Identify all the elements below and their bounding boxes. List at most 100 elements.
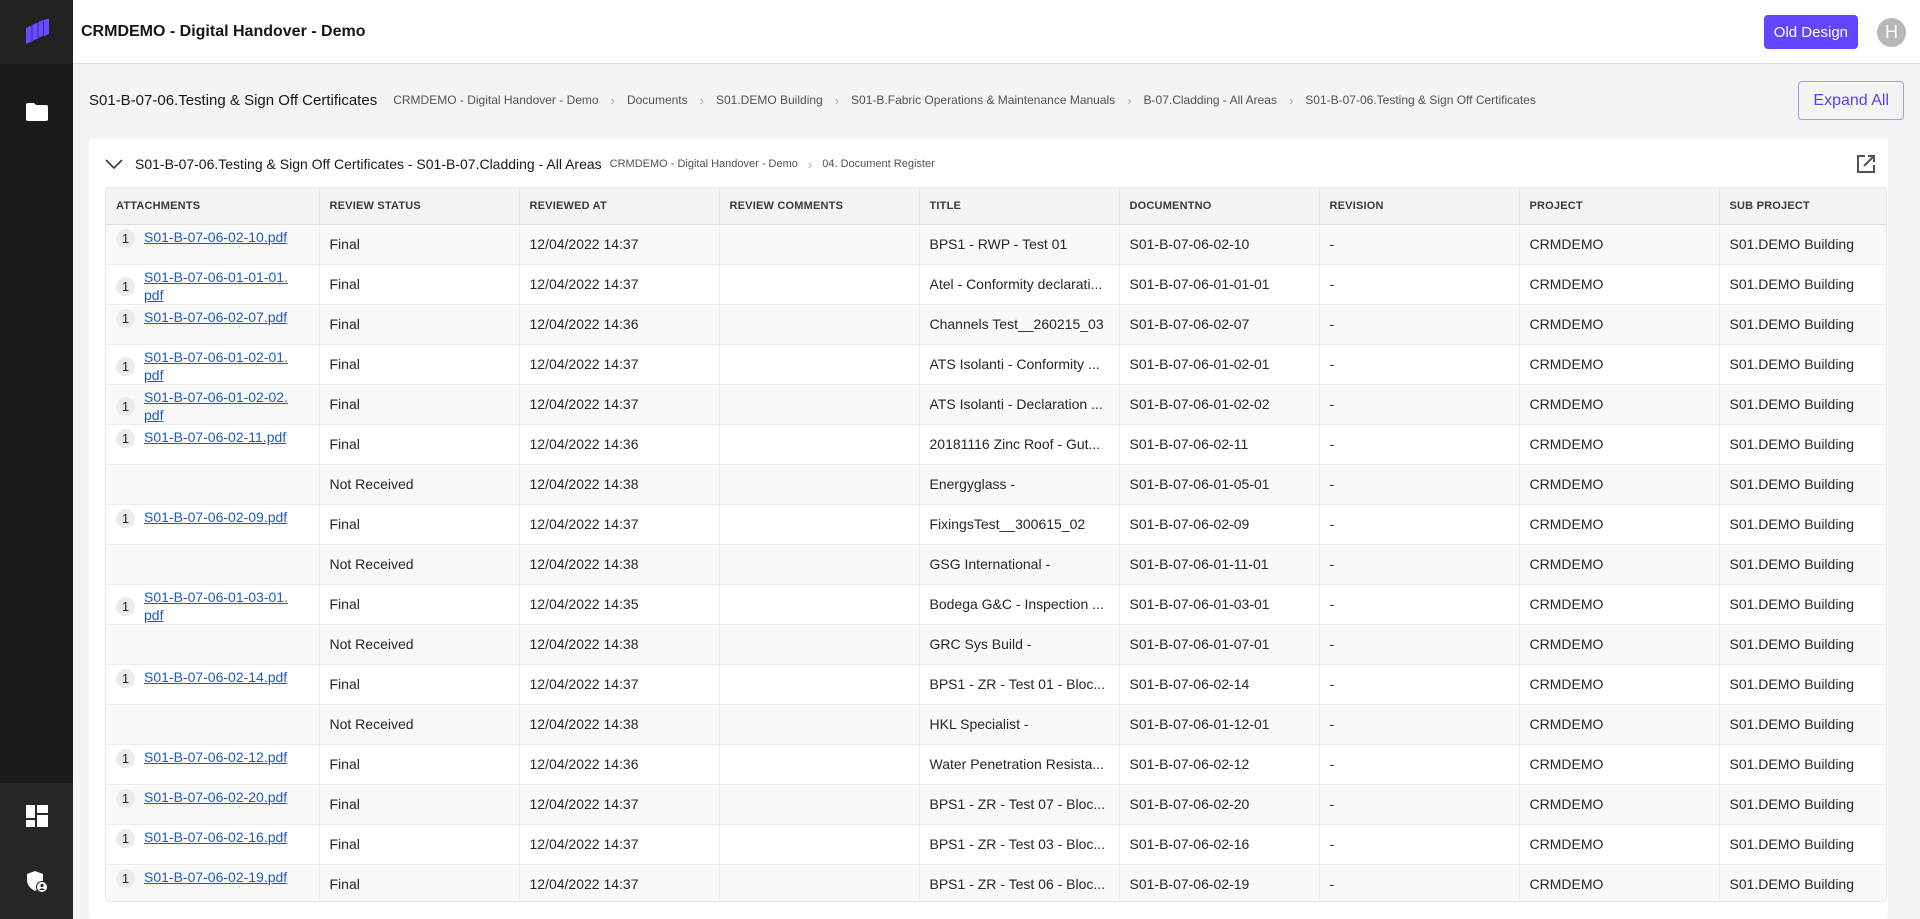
open-external-icon[interactable] <box>1856 154 1876 174</box>
table-row[interactable]: 1 S01-B-07-06-02-11.pdf Final 12/04/2022 14… <box>106 424 1886 465</box>
sub-project-cell: S01.DEMO Building <box>1719 544 1886 585</box>
table-row[interactable]: 1 S01-B-07-06-02-09.pdf Final 12/04/2022 14… <box>106 504 1886 545</box>
review-status-cell: Final <box>319 824 520 865</box>
attachment-link[interactable]: S01-B-07-06-01-02-01.pdf <box>144 348 294 384</box>
attachments-cell: 1 S01-B-07-06-02-12.pdf <box>106 744 320 785</box>
revision-cell: - <box>1319 544 1520 585</box>
column-header-review-status[interactable]: REVIEW STATUS <box>319 188 520 225</box>
revision-cell: - <box>1319 624 1520 665</box>
sub-project-cell: S01.DEMO Building <box>1719 344 1886 385</box>
table-row[interactable]: 1 S01-B-07-06-02-14.pdf Final 12/04/2022 14… <box>106 664 1886 705</box>
title-cell: BPS1 - ZR - Test 07 - Bloc... <box>919 784 1120 825</box>
chevron-right-icon: › <box>1127 92 1132 108</box>
table-row[interactable]: 1 S01-B-07-06-01-02-01.pdf Final 12/04/2022… <box>106 344 1886 385</box>
old-design-button[interactable]: Old Design <box>1763 15 1858 49</box>
breadcrumb-item[interactable]: S01.DEMO Building <box>716 93 823 107</box>
table-row[interactable]: Not Received 12/04/2022 14:38 GSG Internat… <box>106 544 1886 585</box>
table-row[interactable]: 1 S01-B-07-06-02-07.pdf Final 12/04/2022 14… <box>106 304 1886 345</box>
table-row[interactable]: 1 S01-B-07-06-02-16.pdf Final 12/04/2022 14… <box>106 824 1886 865</box>
attachment-count-badge: 1 <box>116 868 135 888</box>
attachment-link[interactable]: S01-B-07-06-02-07.pdf <box>144 308 294 326</box>
breadcrumb-item[interactable]: S01-B-07-06.Testing & Sign Off Certifica… <box>1305 93 1536 107</box>
reviewed-at-cell: 12/04/2022 14:37 <box>519 824 720 865</box>
attachment-link[interactable]: S01-B-07-06-02-12.pdf <box>144 748 294 766</box>
chevron-down-icon[interactable] <box>105 155 123 173</box>
document-table-container: ATTACHMENTS REVIEW STATUS REVIEWED AT RE… <box>105 187 1887 902</box>
column-header-revision[interactable]: REVISION <box>1319 188 1520 225</box>
documentno-cell: S01-B-07-06-01-03-01 <box>1119 584 1320 625</box>
review-comments-cell <box>719 344 920 385</box>
expand-all-button[interactable]: Expand All <box>1798 81 1904 120</box>
breadcrumb-item[interactable]: CRMDEMO - Digital Handover - Demo <box>610 158 798 170</box>
table-row[interactable]: 1 S01-B-07-06-02-20.pdf Final 12/04/2022 14… <box>106 784 1886 825</box>
breadcrumb-item[interactable]: B-07.Cladding - All Areas <box>1144 93 1277 107</box>
attachment-count-badge: 1 <box>116 508 135 528</box>
document-table: ATTACHMENTS REVIEW STATUS REVIEWED AT RE… <box>106 188 1886 901</box>
title-cell: ATS Isolanti - Conformity ... <box>919 344 1120 385</box>
sub-project-cell: S01.DEMO Building <box>1719 664 1886 705</box>
attachments-cell: 1 S01-B-07-06-01-01-01.pdf <box>106 264 320 305</box>
attachment-link[interactable]: S01-B-07-06-01-02-02.pdf <box>144 388 294 424</box>
column-header-project[interactable]: PROJECT <box>1519 188 1720 225</box>
breadcrumb-item[interactable]: Documents <box>627 93 688 107</box>
reviewed-at-cell: 12/04/2022 14:38 <box>519 464 720 505</box>
documentno-cell: S01-B-07-06-01-07-01 <box>1119 624 1320 665</box>
attachment-link[interactable]: S01-B-07-06-01-01-01.pdf <box>144 268 294 304</box>
avatar[interactable]: H <box>1877 18 1906 47</box>
card-breadcrumb: CRMDEMO - Digital Handover - Demo › 04. … <box>610 157 935 172</box>
attachment-count-badge: 1 <box>116 596 135 616</box>
project-cell: CRMDEMO <box>1519 224 1720 265</box>
title-cell: GSG International - <box>919 544 1120 585</box>
sidebar-item-dashboard[interactable] <box>0 783 73 849</box>
revision-cell: - <box>1319 224 1520 265</box>
sidebar-item-documents[interactable] <box>0 80 73 144</box>
column-header-sub-project[interactable]: SUB PROJECT <box>1719 188 1886 225</box>
logo[interactable] <box>0 0 73 64</box>
table-row[interactable]: 1 S01-B-07-06-01-03-01.pdf Final 12/04/2022… <box>106 584 1886 625</box>
sub-project-cell: S01.DEMO Building <box>1719 504 1886 545</box>
review-status-cell: Final <box>319 664 520 705</box>
breadcrumb: CRMDEMO - Digital Handover - Demo › Docu… <box>393 93 1536 108</box>
table-row[interactable]: 1 S01-B-07-06-02-12.pdf Final 12/04/2022 14… <box>106 744 1886 785</box>
attachment-count-badge: 1 <box>116 748 135 768</box>
column-header-attachments[interactable]: ATTACHMENTS <box>106 188 320 225</box>
breadcrumb-item[interactable]: CRMDEMO - Digital Handover - Demo <box>393 93 598 107</box>
table-row[interactable]: 1 S01-B-07-06-01-01-01.pdf Final 12/04/2022… <box>106 264 1886 305</box>
sub-project-cell: S01.DEMO Building <box>1719 264 1886 305</box>
column-header-title[interactable]: TITLE <box>919 188 1120 225</box>
column-header-documentno[interactable]: DOCUMENTNO <box>1119 188 1320 225</box>
table-row[interactable]: Not Received 12/04/2022 14:38 GRC Sys Buil… <box>106 624 1886 665</box>
attachment-count-badge: 1 <box>116 788 135 808</box>
chevron-right-icon: › <box>834 92 840 108</box>
table-row[interactable]: 1 S01-B-07-06-02-19.pdf Final 12/04/2022 14… <box>106 864 1886 901</box>
sidebar-item-security[interactable] <box>0 849 73 915</box>
table-row[interactable]: 1 S01-B-07-06-02-10.pdf Final 12/04/2022 14… <box>106 224 1886 265</box>
attachment-link[interactable]: S01-B-07-06-02-09.pdf <box>144 508 294 526</box>
breadcrumb-item[interactable]: S01-B.Fabric Operations & Maintenance Ma… <box>851 93 1115 107</box>
sidebar-bottom <box>0 783 73 919</box>
table-row[interactable]: Not Received 12/04/2022 14:38 Energyglass … <box>106 464 1886 505</box>
attachment-link[interactable]: S01-B-07-06-02-14.pdf <box>144 668 294 686</box>
attachments-cell: 1 S01-B-07-06-02-07.pdf <box>106 304 320 345</box>
title-cell: GRC Sys Build - <box>919 624 1120 665</box>
attachment-link[interactable]: S01-B-07-06-02-11.pdf <box>144 428 294 446</box>
project-cell: CRMDEMO <box>1519 624 1720 665</box>
attachment-link[interactable]: S01-B-07-06-01-03-01.pdf <box>144 588 294 624</box>
attachment-link[interactable]: S01-B-07-06-02-16.pdf <box>144 828 294 846</box>
review-comments-cell <box>719 864 920 901</box>
documentno-cell: S01-B-07-06-02-11 <box>1119 424 1320 465</box>
review-status-cell: Final <box>319 344 520 385</box>
attachment-link[interactable]: S01-B-07-06-02-19.pdf <box>144 868 294 886</box>
review-comments-cell <box>719 824 920 865</box>
attachment-link[interactable]: S01-B-07-06-02-10.pdf <box>144 228 294 246</box>
table-row[interactable]: Not Received 12/04/2022 14:38 HKL Speciali… <box>106 704 1886 745</box>
review-status-cell: Not Received <box>319 544 520 585</box>
column-header-reviewed-at[interactable]: REVIEWED AT <box>519 188 720 225</box>
table-row[interactable]: 1 S01-B-07-06-01-02-02.pdf Final 12/04/2022… <box>106 384 1886 425</box>
breadcrumb-item[interactable]: 04. Document Register <box>822 158 935 170</box>
review-comments-cell <box>719 624 920 665</box>
attachment-link[interactable]: S01-B-07-06-02-20.pdf <box>144 788 294 806</box>
attachments-cell: 1 S01-B-07-06-02-20.pdf <box>106 784 320 825</box>
review-comments-cell <box>719 744 920 785</box>
column-header-review-comments[interactable]: REVIEW COMMENTS <box>719 188 920 225</box>
